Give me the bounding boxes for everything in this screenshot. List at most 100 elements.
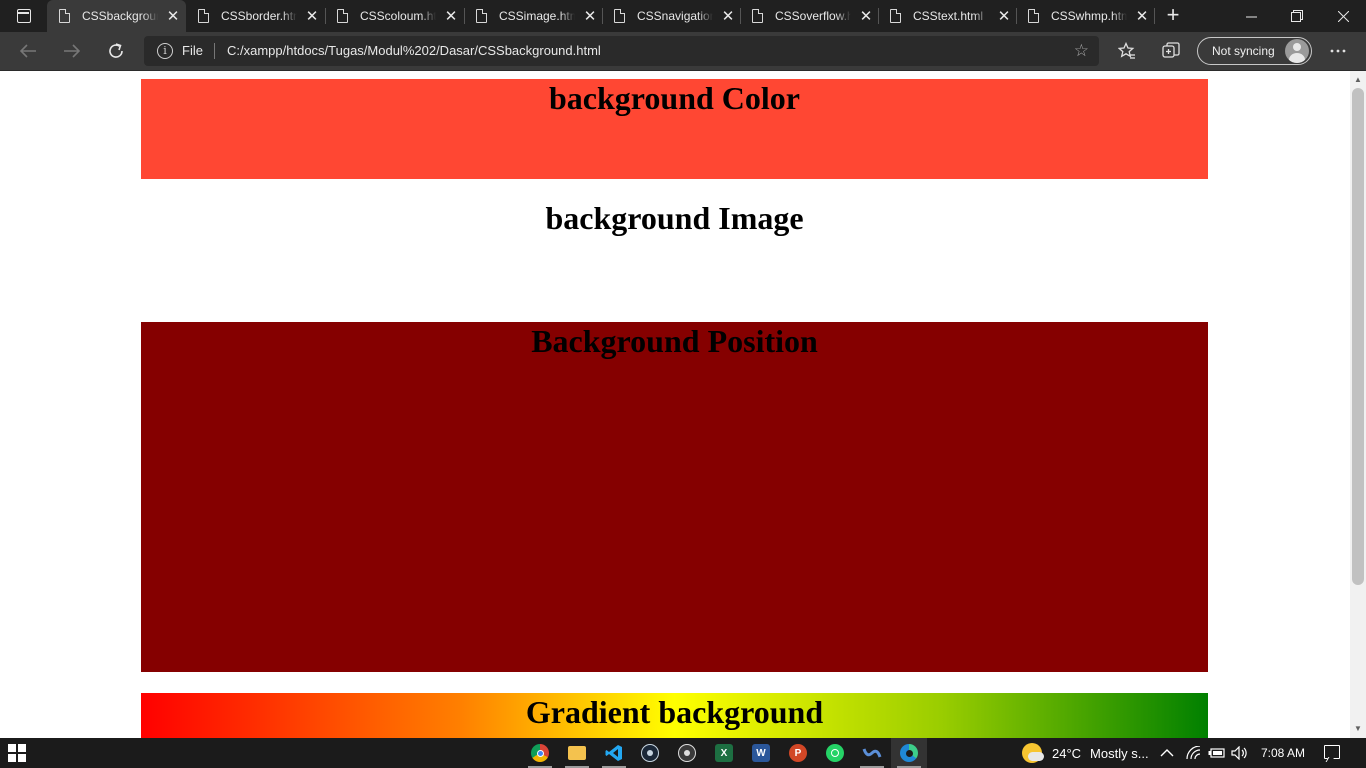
background-color-section: background Color [141,79,1208,179]
scrollbar-thumb[interactable] [1352,88,1364,585]
weather-condition: Mostly s... [1090,745,1149,761]
document-icon [752,9,763,23]
minimize-button[interactable] [1228,0,1274,32]
address-bar[interactable]: i File C:/xampp/htdocs/Tugas/Modul%202/D… [144,36,1099,66]
section-heading: Gradient background [525,694,824,730]
forward-arrow-icon [64,44,81,58]
refresh-icon [109,43,123,58]
back-button[interactable] [14,38,42,64]
tab-title: CSSbackground.html [82,9,158,23]
document-icon [337,9,348,23]
address-divider [214,43,215,59]
forward-button[interactable] [58,38,86,64]
document-icon [59,9,70,23]
windows-logo-icon [8,744,16,752]
wifi-icon [1186,746,1201,760]
vertical-scrollbar[interactable]: ▲ ▼ [1350,71,1366,738]
tab-csstext[interactable]: CSStext.html ✕ [878,0,1016,32]
url-text[interactable]: C:/xampp/htdocs/Tugas/Modul%202/Dasar/CS… [227,43,601,58]
document-icon [476,9,487,23]
close-tab-icon[interactable]: ✕ [859,7,873,25]
browser-toolbar: i File C:/xampp/htdocs/Tugas/Modul%202/D… [0,32,1366,71]
weather-temp: 24°C [1052,745,1082,761]
scroll-down-icon[interactable]: ▼ [1350,722,1366,736]
avatar [1285,39,1309,63]
vscode-icon[interactable] [596,738,632,768]
word-logo: W [752,744,770,762]
restore-button[interactable] [1274,0,1320,32]
whatsapp-logo [826,744,844,762]
profile-label: Not syncing [1212,44,1275,58]
excel-logo: X [715,744,733,762]
tab-cssoverflow[interactable]: CSSoverflow.html ✕ [740,0,878,32]
scroll-up-icon[interactable]: ▲ [1350,73,1366,87]
collections-icon [1162,42,1180,58]
weather-widget[interactable]: 24°C Mostly s... [1022,738,1149,768]
windows-logo-icon [18,754,26,762]
battery-button[interactable] [1208,738,1226,768]
file-explorer-icon[interactable] [559,738,595,768]
notifications-icon[interactable] [1324,745,1340,759]
more-icon [1330,49,1346,53]
tab-cssnavigation[interactable]: CSSnavigation.html ✕ [602,0,740,32]
site-info-icon[interactable]: i [157,43,173,59]
word-icon[interactable]: W [743,738,779,768]
network-button[interactable] [1186,738,1202,768]
close-tab-icon[interactable]: ✕ [997,7,1011,25]
tab-cssimage[interactable]: CSSimage.html ✕ [464,0,602,32]
refresh-button[interactable] [102,38,130,64]
tab-title: CSSimage.html [499,9,575,23]
favorites-button[interactable] [1113,38,1141,64]
close-tab-icon[interactable]: ✕ [721,7,735,25]
settings-menu-button[interactable] [1324,38,1352,64]
profile-button[interactable]: Not syncing [1197,37,1312,65]
tab-title: CSSoverflow.html [775,9,851,23]
background-position-section: Background Position [141,322,1208,672]
close-tab-icon[interactable]: ✕ [583,7,597,25]
background-image-section: background Image [141,191,1208,311]
powerpoint-icon[interactable]: P [780,738,816,768]
steam-icon[interactable] [632,738,668,768]
page-viewport: background Color background Image Backgr… [0,71,1350,738]
speaker-icon [1231,746,1247,760]
document-icon [1028,9,1039,23]
close-tab-icon[interactable]: ✕ [444,7,458,25]
document-icon [198,9,209,23]
vscode-logo [605,745,622,761]
add-favorite-icon[interactable]: ☆ [1074,41,1089,61]
close-tab-icon[interactable]: ✕ [166,7,180,25]
volume-button[interactable] [1231,738,1249,768]
tab-cssborder[interactable]: CSSborder.html ✕ [186,0,324,32]
obs-logo [678,744,696,762]
edge-icon[interactable] [891,738,927,768]
close-tab-icon[interactable]: ✕ [1135,7,1149,25]
close-window-button[interactable] [1320,0,1366,32]
close-tab-icon[interactable]: ✕ [305,7,319,25]
webex-icon[interactable] [854,738,890,768]
section-heading: Background Position [531,323,818,359]
tab-csscoloum[interactable]: CSScoloum.html ✕ [325,0,463,32]
edge-logo [900,744,918,762]
tab-title: CSStext.html [913,9,984,23]
new-tab-button[interactable]: + [1162,4,1184,26]
start-button[interactable] [8,744,26,762]
excel-icon[interactable]: X [706,738,742,768]
chevron-up-icon [1160,749,1174,757]
tab-title: CSSborder.html [221,9,297,23]
battery-icon [1208,748,1225,758]
tab-actions-button[interactable] [8,4,40,28]
chrome-icon[interactable] [522,738,558,768]
tab-strip: CSSbackground.html ✕ CSSborder.html ✕ CS… [0,0,1366,32]
collections-button[interactable] [1157,38,1185,64]
folder-logo [568,746,586,760]
tab-cssbackground[interactable]: CSSbackground.html ✕ [47,0,186,32]
tab-csswhmp[interactable]: CSSwhmp.html ✕ [1016,0,1154,32]
back-arrow-icon [19,44,36,58]
restore-icon [1291,10,1303,22]
clock[interactable]: 7:08 AM [1261,738,1305,768]
show-hidden-icons-button[interactable] [1160,738,1174,768]
obs-icon[interactable] [669,738,705,768]
whatsapp-icon[interactable] [817,738,853,768]
document-icon [614,9,625,23]
windows-logo-icon [8,754,16,762]
